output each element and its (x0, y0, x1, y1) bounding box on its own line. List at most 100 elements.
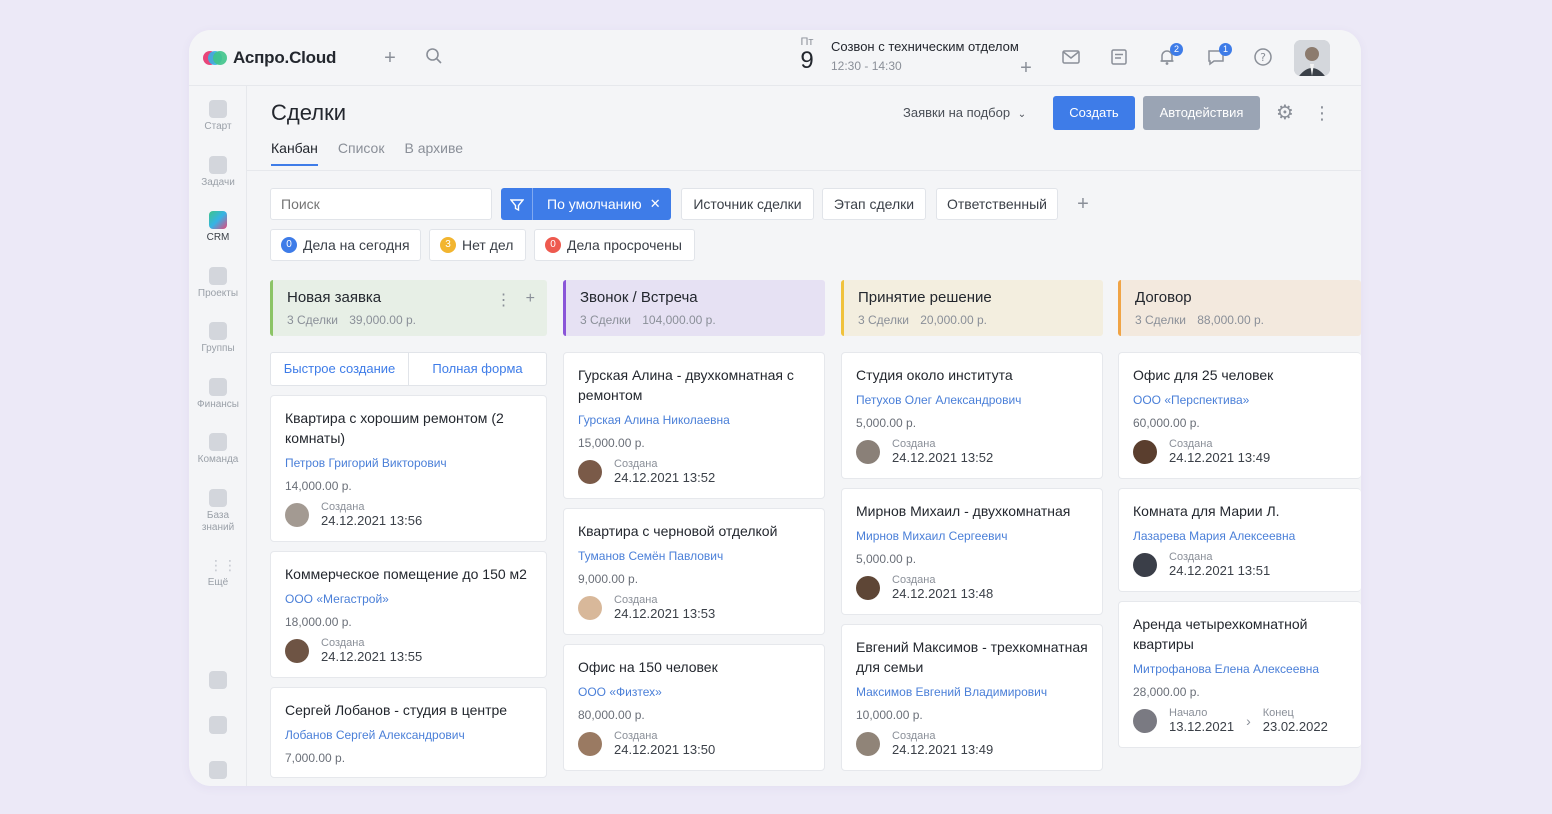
quick-filter-label: Дела просрочены (567, 237, 682, 253)
column-header: Звонок / Встреча 3 Сделки 104,000.00 р. (563, 280, 825, 336)
sidebar-item-knowledge[interactable]: База знаний (189, 489, 247, 534)
filter-stage[interactable]: Этап сделки (822, 188, 926, 220)
deal-card[interactable]: Квартира с черновой отделкой Туманов Сем… (563, 508, 825, 635)
pipeline-select[interactable]: Заявки на подбор ⌄ (903, 105, 1026, 120)
bell-icon[interactable]: 2 (1156, 43, 1183, 69)
active-filter[interactable]: По умолчанию ✕ (501, 188, 671, 220)
deal-client-link[interactable]: Максимов Евгений Владимирович (856, 685, 1088, 699)
deal-client-link[interactable]: Лазарева Мария Алексеевна (1133, 529, 1347, 543)
deal-title: Комната для Марии Л. (1133, 503, 1280, 519)
more-icon[interactable]: ⋮ (1313, 102, 1331, 124)
deal-card[interactable]: Комната для Марии Л. Лазарева Мария Алек… (1118, 488, 1361, 592)
calendar-date[interactable]: Пт 9 (793, 36, 821, 74)
deal-client-link[interactable]: ООО «Мегастрой» (285, 592, 532, 606)
gear-icon[interactable]: ⚙ (1274, 102, 1296, 124)
deal-card[interactable]: Гурская Алина - двухкомнатная с ремонтом… (563, 352, 825, 499)
header-divider (247, 170, 1361, 171)
mail-icon[interactable] (1060, 47, 1082, 69)
column-summary: 3 Сделки 20,000.00 р. (858, 313, 1089, 327)
deal-client-link[interactable]: ООО «Физтех» (578, 685, 810, 699)
sidebar-item-tasks[interactable]: Задачи (189, 156, 247, 189)
tab-kanban[interactable]: Канбан (271, 140, 318, 166)
logo[interactable]: Аспро.Cloud (203, 48, 336, 68)
upcoming-event[interactable]: Созвон с техническим отделом 12:30 - 14:… (831, 39, 1019, 73)
filter-source[interactable]: Источник сделки (681, 188, 814, 220)
sidebar-extra-1[interactable] (189, 671, 247, 692)
avatar (578, 732, 602, 756)
create-button[interactable]: Создать (1053, 96, 1135, 130)
deal-client-link[interactable]: Митрофанова Елена Алексеевна (1133, 662, 1347, 676)
column-summary: 3 Сделки 104,000.00 р. (580, 313, 811, 327)
deal-client-link[interactable]: Туманов Семён Павлович (578, 549, 810, 563)
deal-card[interactable]: Евгений Максимов - трехкомнатная для сем… (841, 624, 1103, 771)
tab-archive[interactable]: В архиве (404, 140, 463, 166)
sidebar-item-more[interactable]: ⋮⋮ Ещё (189, 556, 247, 589)
full-form-button[interactable]: Полная форма (409, 353, 546, 385)
deal-client-link[interactable]: ООО «Перспектива» (1133, 393, 1347, 407)
deal-meta: Создана 24.12.2021 13:52 (856, 438, 1088, 466)
deal-card[interactable]: Коммерческое помещение до 150 м2 ООО «Ме… (270, 551, 547, 678)
deal-card[interactable]: Студия около института Петухов Олег Алек… (841, 352, 1103, 479)
deal-card[interactable]: Аренда четырехкомнатной квартиры Митрофа… (1118, 601, 1361, 748)
meta-value: 24.12.2021 13:49 (1169, 450, 1271, 465)
check-icon (209, 156, 227, 174)
sidebar-item-projects[interactable]: Проекты (189, 267, 247, 300)
deal-meta: Создана 24.12.2021 13:49 (1133, 438, 1347, 466)
sidebar-item-crm[interactable]: CRM (189, 211, 247, 244)
automation-button[interactable]: Автодействия (1143, 96, 1260, 130)
sidebar-extra-3[interactable] (189, 761, 247, 782)
help-icon[interactable]: ? (1252, 47, 1274, 69)
user-avatar[interactable] (1294, 40, 1330, 76)
deal-title: Евгений Максимов - трехкомнатная для сем… (856, 639, 1088, 675)
sidebar-item-groups[interactable]: Группы (189, 322, 247, 355)
projects-icon (209, 267, 227, 285)
deal-card[interactable]: Мирнов Михаил - двухкомнатная Мирнов Мих… (841, 488, 1103, 615)
deal-amount: 60,000.00 р. (1133, 416, 1200, 430)
count-badge: 0 (545, 237, 561, 253)
sidebar-item-team[interactable]: Команда (189, 433, 247, 466)
sidebar-item-label: Задачи (201, 177, 235, 188)
deal-card[interactable]: Квартира с хорошим ремонтом (2 комнаты) … (270, 395, 547, 542)
add-icon[interactable]: + (526, 290, 535, 310)
deal-card[interactable]: Сергей Лобанов - студия в центре Лобанов… (270, 687, 547, 778)
deal-client-link[interactable]: Мирнов Михаил Сергеевич (856, 529, 1088, 543)
add-event-icon[interactable]: + (1015, 57, 1037, 79)
quick-filter-no-tasks[interactable]: 3 Нет дел (429, 229, 526, 261)
bell-badge: 2 (1170, 43, 1183, 56)
meta-value: 24.12.2021 13:52 (614, 470, 716, 485)
deal-client-link[interactable]: Петров Григорий Викторович (285, 456, 532, 470)
avatar (856, 440, 880, 464)
kanban-column-contract: Договор 3 Сделки 88,000.00 р. Офис для 2… (1118, 280, 1361, 748)
meta-label: Создана (892, 438, 936, 450)
quick-create-button[interactable]: Быстрое создание (271, 353, 409, 385)
deal-meta: Создана 24.12.2021 13:51 (1133, 551, 1347, 579)
filter-responsible[interactable]: Ответственный (936, 188, 1058, 220)
sidebar-item-label: Финансы (197, 399, 239, 410)
add-filter-icon[interactable]: + (1071, 188, 1095, 220)
sidebar-item-start[interactable]: Старт (189, 100, 247, 133)
app-window: Аспро.Cloud + Пт 9 Созвон с техническим … (189, 30, 1361, 786)
deal-client-link[interactable]: Лобанов Сергей Александрович (285, 728, 532, 742)
column-title: Звонок / Встреча (580, 289, 698, 306)
deal-client-link[interactable]: Гурская Алина Николаевна (578, 413, 810, 427)
search-input[interactable] (270, 188, 492, 220)
more-icon[interactable]: ⋮ (496, 290, 512, 310)
column-count: 3 Сделки (1135, 313, 1186, 327)
quick-filter-overdue[interactable]: 0 Дела просрочены (534, 229, 695, 261)
search-icon[interactable] (423, 47, 445, 69)
chat-icon[interactable]: 1 (1205, 43, 1232, 69)
tab-list[interactable]: Список (338, 140, 385, 166)
notes-icon[interactable] (1108, 47, 1130, 69)
deal-card[interactable]: Офис на 150 человек ООО «Физтех» 80,000.… (563, 644, 825, 771)
close-icon[interactable]: ✕ (650, 196, 661, 212)
add-icon[interactable]: + (379, 47, 401, 69)
deal-amount: 10,000.00 р. (856, 708, 923, 722)
meta-value: 24.12.2021 13:49 (892, 742, 994, 757)
deal-card[interactable]: Офис для 25 человек ООО «Перспектива» 60… (1118, 352, 1361, 479)
sidebar-extra-2[interactable] (189, 716, 247, 737)
quick-filter-today[interactable]: 0 Дела на сегодня (270, 229, 421, 261)
deal-client-link[interactable]: Петухов Олег Александрович (856, 393, 1088, 407)
sidebar-item-finance[interactable]: Финансы (189, 378, 247, 411)
view-tabs: Канбан Список В архиве (271, 140, 463, 166)
avatar (285, 503, 309, 527)
